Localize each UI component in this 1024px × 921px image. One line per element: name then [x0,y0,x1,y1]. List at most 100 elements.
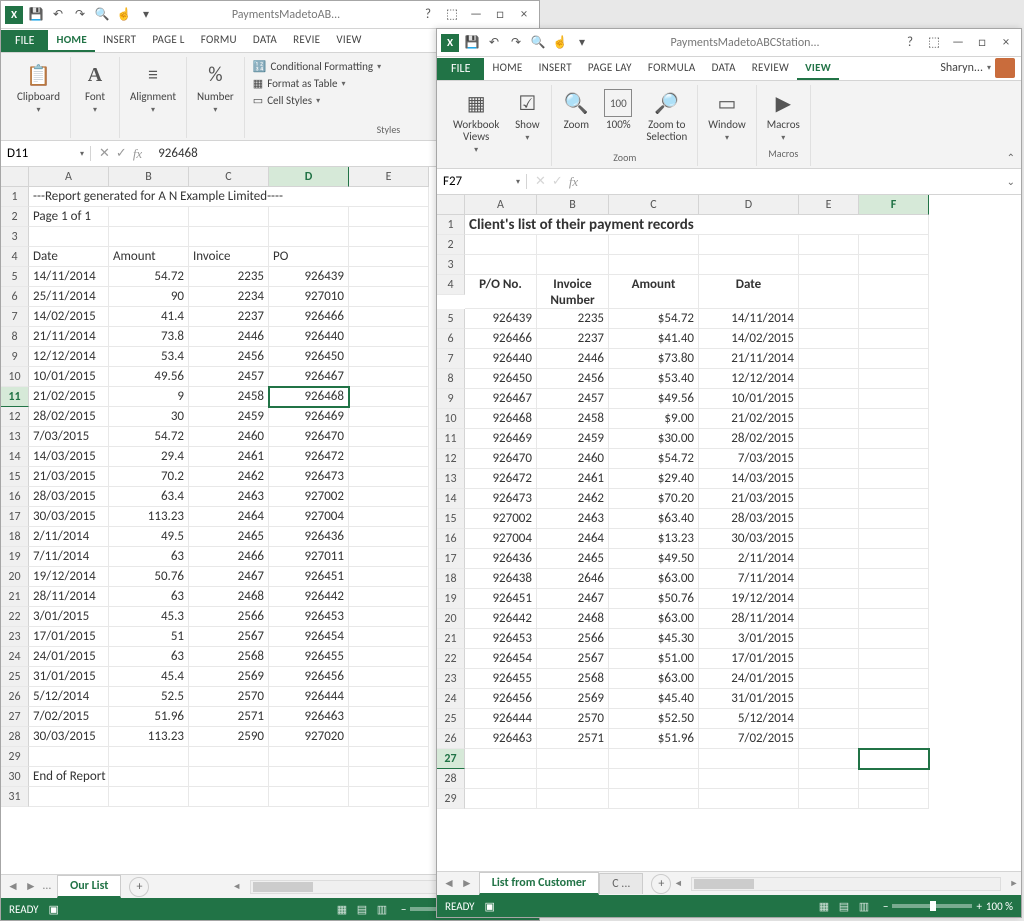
cell[interactable] [349,667,429,687]
zoom-slider[interactable] [892,904,972,908]
cell[interactable] [799,509,859,529]
cell[interactable]: 926472 [465,469,537,489]
col-header[interactable]: C [609,195,699,215]
tab-insert[interactable]: INSERT [531,57,580,80]
row-header[interactable]: 20 [1,567,29,587]
cell[interactable] [109,747,189,767]
cell[interactable]: 926463 [269,707,349,727]
cell[interactable]: 2446 [189,327,269,347]
row-header[interactable]: 17 [437,549,465,569]
row-header[interactable]: 7 [437,349,465,369]
cell[interactable]: 926468 [465,409,537,429]
cell[interactable]: 12/12/2014 [29,347,109,367]
row-header[interactable]: 21 [1,587,29,607]
cell[interactable]: 49.5 [109,527,189,547]
cell[interactable]: 73.8 [109,327,189,347]
cell[interactable]: $30.00 [609,429,699,449]
help-icon[interactable]: ? [417,5,439,25]
cell[interactable]: 7/11/2014 [29,547,109,567]
cell[interactable]: End of Report [29,767,109,787]
number-group-button[interactable]: % Number ▾ [193,59,238,117]
cancel-formula-icon[interactable]: ✕ [535,174,546,189]
row-header[interactable]: 20 [437,609,465,629]
help-icon[interactable]: ? [899,33,921,53]
cell[interactable]: 2571 [189,707,269,727]
name-box[interactable]: D11▾ [1,146,91,161]
cell[interactable] [799,629,859,649]
cell[interactable]: 17/01/2015 [29,627,109,647]
row-header[interactable]: 16 [437,529,465,549]
page-break-view-icon[interactable]: ▥ [373,901,391,917]
format-as-table-button[interactable]: ▦Format as Table ▾ [251,76,383,91]
cell[interactable]: 7/03/2015 [29,427,109,447]
cell[interactable] [799,275,859,309]
cell[interactable] [189,207,269,227]
cell[interactable]: 926470 [269,427,349,447]
tab-insert[interactable]: INSERT [95,29,144,52]
cell[interactable]: 14/03/2015 [29,447,109,467]
sheet-nav-prev-icon[interactable]: ◄ [5,879,21,894]
cell[interactable] [269,227,349,247]
save-icon[interactable]: 💾 [463,34,481,52]
cell[interactable]: 28/02/2015 [29,407,109,427]
cell[interactable]: 19/12/2014 [699,589,799,609]
cell[interactable] [349,787,429,807]
cell[interactable] [349,567,429,587]
row-header[interactable]: 1 [1,187,29,207]
cell[interactable]: 926444 [269,687,349,707]
cell[interactable]: 926450 [465,369,537,389]
row-header[interactable]: 18 [437,569,465,589]
tab-review[interactable]: REVIEW [744,57,797,80]
cell[interactable]: $63.00 [609,669,699,689]
file-tab[interactable]: FILE [1,30,48,52]
maximize-icon[interactable]: □ [489,5,511,25]
cell[interactable] [349,307,429,327]
cell[interactable]: 2569 [189,667,269,687]
file-tab[interactable]: FILE [437,58,484,80]
cell[interactable]: 50.76 [109,567,189,587]
cell[interactable]: 28/02/2015 [699,429,799,449]
cell[interactable]: 5/12/2014 [29,687,109,707]
cell[interactable] [799,349,859,369]
cell[interactable]: 2/11/2014 [29,527,109,547]
cell[interactable]: 926439 [269,267,349,287]
cell[interactable] [699,749,799,769]
row-header[interactable]: 10 [437,409,465,429]
cell[interactable]: 2464 [537,529,609,549]
row-header[interactable]: 23 [437,669,465,689]
cell[interactable]: 2461 [537,469,609,489]
cell[interactable] [465,235,537,255]
row-header[interactable]: 12 [1,407,29,427]
conditional-formatting-button[interactable]: 🔢Conditional Formatting ▾ [251,59,383,74]
cell[interactable]: 2465 [189,527,269,547]
cell[interactable]: 10/01/2015 [29,367,109,387]
qat-more-icon[interactable]: ▾ [137,6,155,24]
worksheet-grid[interactable]: ABCDEF1Client's list of their payment re… [437,195,1021,809]
cell[interactable]: 926454 [465,649,537,669]
cell[interactable]: 2456 [537,369,609,389]
cell[interactable]: 927010 [269,287,349,307]
cell[interactable] [859,649,929,669]
cell[interactable]: 2237 [189,307,269,327]
cell[interactable] [349,767,429,787]
cell[interactable] [799,329,859,349]
cell[interactable]: Amount [109,247,189,267]
sheet-tab-our-list[interactable]: Our List [57,875,121,898]
select-all-corner[interactable] [437,195,465,215]
minimize-icon[interactable]: — [465,5,487,25]
cell[interactable] [349,547,429,567]
cell[interactable]: 7/02/2015 [699,729,799,749]
workbook-views-button[interactable]: ▦Workbook Views▾ [449,87,503,157]
cell[interactable]: 2463 [189,487,269,507]
normal-view-icon[interactable]: ▦ [333,901,351,917]
cell[interactable] [699,769,799,789]
cell[interactable] [859,235,929,255]
cell[interactable]: 926469 [465,429,537,449]
tab-home[interactable]: HOME [484,57,530,80]
row-header[interactable]: 24 [437,689,465,709]
row-header[interactable]: 29 [1,747,29,767]
cell[interactable] [349,527,429,547]
preview-icon[interactable]: 🔍 [529,34,547,52]
cell[interactable]: 926473 [465,489,537,509]
sheet-nav-next-icon[interactable]: ► [459,876,475,891]
